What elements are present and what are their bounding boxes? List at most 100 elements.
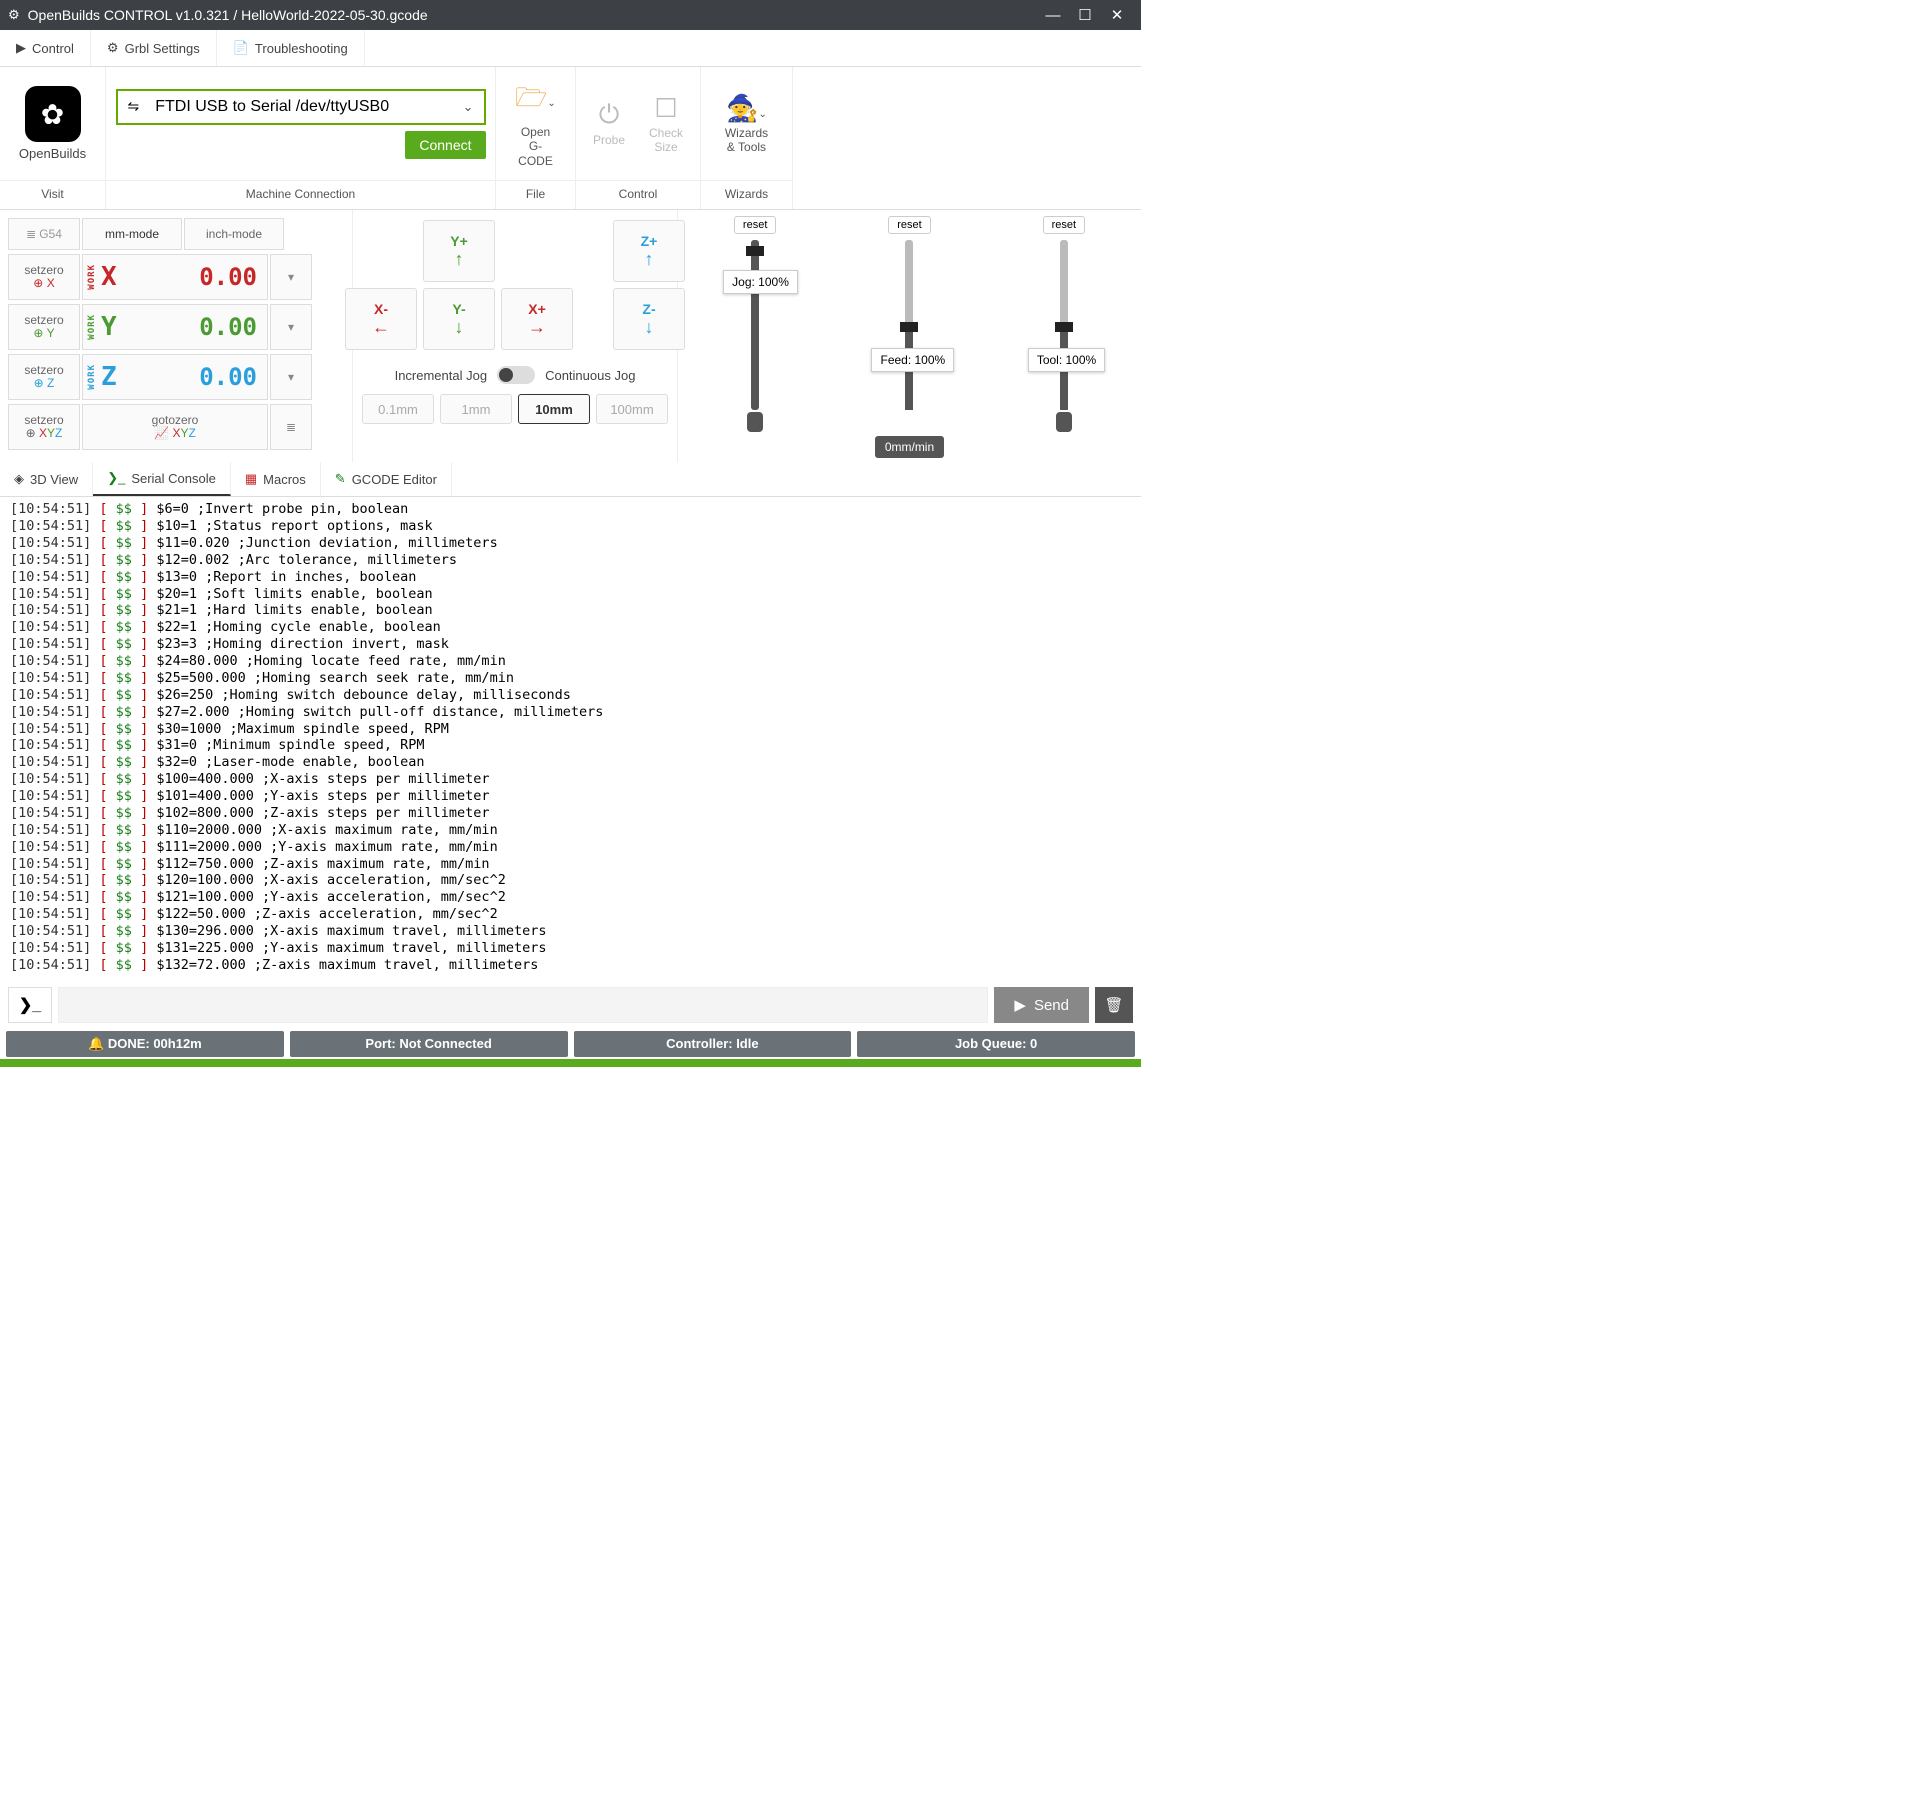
check-size-button[interactable]: ☐ CheckSize (641, 89, 691, 159)
mm-mode-button[interactable]: mm-mode (82, 218, 182, 250)
tool-reset-button[interactable]: reset (1043, 216, 1085, 234)
console-line: [10:54:51] [ $$ ] $30=1000 ;Maximum spin… (10, 721, 1131, 738)
probe-icon: ⏻ (599, 99, 620, 131)
open-gcode-button[interactable]: 🗁⌄ OpenG-CODE (506, 75, 565, 172)
jog-reset-button[interactable]: reset (734, 216, 776, 234)
send-button[interactable]: ▶Send (994, 987, 1089, 1023)
console-line: [10:54:51] [ $$ ] $100=400.000 ;X-axis s… (10, 771, 1131, 788)
jog-x-minus[interactable]: X-← (345, 288, 417, 350)
dro-xyz-menu[interactable]: ≣ (270, 404, 312, 450)
console-tabbar: ◈3D View ❯_Serial Console ▦Macros ✎GCODE… (0, 462, 1141, 497)
section-label-file: File (496, 180, 575, 209)
feed-rate-badge: 0mm/min (875, 436, 944, 458)
console-line: [10:54:51] [ $$ ] $22=1 ;Homing cycle en… (10, 619, 1131, 636)
inc-1mm[interactable]: 1mm (440, 394, 512, 424)
tab-control[interactable]: ▶Control (0, 30, 91, 66)
connect-button[interactable]: Connect (405, 131, 485, 159)
serial-console[interactable]: [10:54:51] [ $$ ] $6=0 ;Invert probe pin… (0, 497, 1141, 979)
jog-y-minus[interactable]: Y-↓ (423, 288, 495, 350)
console-line: [10:54:51] [ $$ ] $25=500.000 ;Homing se… (10, 670, 1131, 687)
console-line: [10:54:51] [ $$ ] $20=1 ;Soft limits ena… (10, 586, 1131, 603)
status-queue: Job Queue: 0 (857, 1031, 1135, 1057)
tab-grbl-settings[interactable]: ⚙Grbl Settings (91, 30, 217, 66)
feed-reset-button[interactable]: reset (888, 216, 930, 234)
document-icon: 📄 (233, 40, 249, 56)
cube-icon: ◈ (14, 471, 24, 487)
jog-z-plus[interactable]: Z+↑ (613, 220, 685, 282)
sliders-icon: ⚙ (107, 40, 119, 56)
console-line: [10:54:51] [ $$ ] $121=100.000 ;Y-axis a… (10, 889, 1131, 906)
port-select[interactable]: ⇋ FTDI USB to Serial /dev/ttyUSB0 ⌄ (116, 89, 486, 125)
inc-0-1mm[interactable]: 0.1mm (362, 394, 434, 424)
openbuilds-logo[interactable]: ✿ (25, 86, 81, 142)
console-line: [10:54:51] [ $$ ] $102=800.000 ;Z-axis s… (10, 805, 1131, 822)
continuous-label: Continuous Jog (545, 368, 635, 383)
status-done: 🔔 DONE: 00h12m (6, 1031, 284, 1057)
console-line: [10:54:51] [ $$ ] $101=400.000 ;Y-axis s… (10, 788, 1131, 805)
jog-override-slider[interactable]: reset Jog: 100% (685, 216, 825, 456)
tab-3d-view[interactable]: ◈3D View (0, 462, 93, 496)
folder-icon: 🗁⌄ (515, 79, 556, 123)
command-input[interactable] (58, 987, 988, 1023)
play-icon: ▶ (16, 40, 26, 56)
console-line: [10:54:51] [ $$ ] $23=3 ;Homing directio… (10, 636, 1131, 653)
tab-gcode-editor[interactable]: ✎GCODE Editor (321, 462, 452, 496)
close-button[interactable]: ✕ (1101, 6, 1133, 24)
setzero-z-button[interactable]: setzero⊕ Z (8, 354, 80, 400)
console-line: [10:54:51] [ $$ ] $32=0 ;Laser-mode enab… (10, 754, 1131, 771)
console-line: [10:54:51] [ $$ ] $132=72.000 ;Z-axis ma… (10, 957, 1131, 974)
jog-mode-switch[interactable] (497, 366, 535, 384)
section-label-control: Control (576, 180, 700, 209)
usb-icon: ⇋ (120, 98, 148, 115)
dro-z-menu[interactable]: ▾ (270, 354, 312, 400)
jog-x-plus[interactable]: X+→ (501, 288, 573, 350)
console-line: [10:54:51] [ $$ ] $111=2000.000 ;Y-axis … (10, 839, 1131, 856)
clear-console-button[interactable]: 🗑 (1095, 987, 1133, 1023)
titlebar: ⚙ OpenBuilds CONTROL v1.0.321 / HelloWor… (0, 0, 1141, 30)
gotozero-button[interactable]: gotozero📈 XYZ (82, 404, 268, 450)
probe-button[interactable]: ⏻ Probe (585, 95, 633, 151)
g54-button[interactable]: ≣G54 (8, 218, 80, 250)
grid-icon: ▦ (245, 471, 257, 487)
console-line: [10:54:51] [ $$ ] $10=1 ;Status report o… (10, 518, 1131, 535)
setzero-xyz-button[interactable]: setzero⊕ XYZ (8, 404, 80, 450)
tab-troubleshooting[interactable]: 📄Troubleshooting (217, 30, 365, 66)
wizards-button[interactable]: 🧙⌄ Wizards& Tools (717, 89, 776, 159)
console-line: [10:54:51] [ $$ ] $31=0 ;Minimum spindle… (10, 737, 1131, 754)
feed-override-slider[interactable]: reset Feed: 100% 0mm/min (839, 216, 979, 456)
inc-10mm[interactable]: 10mm (518, 394, 590, 424)
setzero-x-button[interactable]: setzero⊕ X (8, 254, 80, 300)
jog-override-value: Jog: 100% (723, 270, 798, 294)
dro-y-menu[interactable]: ▾ (270, 304, 312, 350)
console-line: [10:54:51] [ $$ ] $13=0 ;Report in inche… (10, 569, 1131, 586)
main-pane: ≣G54 mm-mode inch-mode setzero⊕ X WORKX0… (0, 209, 1141, 462)
console-line: [10:54:51] [ $$ ] $21=1 ;Hard limits ena… (10, 602, 1131, 619)
terminal-icon: ❯_ (107, 470, 125, 486)
tool-override-value: Tool: 100% (1028, 348, 1105, 372)
console-line: [10:54:51] [ $$ ] $131=225.000 ;Y-axis m… (10, 940, 1131, 957)
inch-mode-button[interactable]: inch-mode (184, 218, 284, 250)
square-icon: ☐ (654, 93, 677, 124)
console-line: [10:54:51] [ $$ ] $6=0 ;Invert probe pin… (10, 501, 1131, 518)
console-line: [10:54:51] [ $$ ] $26=250 ;Homing switch… (10, 687, 1131, 704)
port-text: FTDI USB to Serial /dev/ttyUSB0 (155, 98, 446, 116)
inc-100mm[interactable]: 100mm (596, 394, 668, 424)
console-line: [10:54:51] [ $$ ] $110=2000.000 ;X-axis … (10, 822, 1131, 839)
wizard-icon: 🧙⌄ (726, 93, 767, 124)
console-line: [10:54:51] [ $$ ] $122=50.000 ;Z-axis ac… (10, 906, 1131, 923)
dro-z: WORKZ0.00 (82, 354, 268, 400)
chevron-down-icon: ⌄ (455, 99, 482, 115)
tab-macros[interactable]: ▦Macros (231, 462, 321, 496)
tool-override-slider[interactable]: reset Tool: 100% (994, 216, 1134, 456)
maximize-button[interactable]: ☐ (1069, 6, 1101, 24)
jog-y-plus[interactable]: Y+↑ (423, 220, 495, 282)
setzero-y-button[interactable]: setzero⊕ Y (8, 304, 80, 350)
tab-serial-console[interactable]: ❯_Serial Console (93, 462, 231, 496)
dro-y: WORKY0.00 (82, 304, 268, 350)
jog-z-minus[interactable]: Z-↓ (613, 288, 685, 350)
window-title: OpenBuilds CONTROL v1.0.321 / HelloWorld… (28, 7, 1037, 23)
dro-x: WORKX0.00 (82, 254, 268, 300)
command-bar: ❯_ ▶Send 🗑 (0, 979, 1141, 1031)
dro-x-menu[interactable]: ▾ (270, 254, 312, 300)
minimize-button[interactable]: — (1037, 7, 1069, 24)
